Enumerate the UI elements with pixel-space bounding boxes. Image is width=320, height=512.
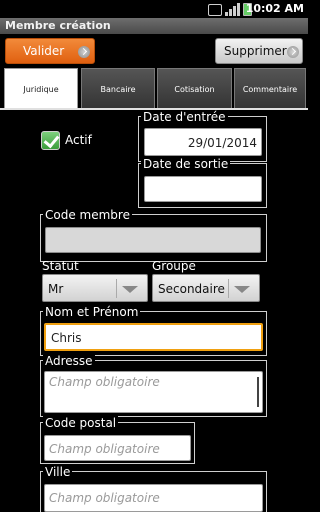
nom-prenom-field[interactable]: Chris (44, 323, 263, 351)
adresse-field[interactable]: Champ obligatoire (44, 371, 263, 413)
chevron-circle-icon (78, 46, 90, 58)
status-time: 10:02 AM (245, 2, 304, 15)
groupe-value: Secondaire (158, 282, 225, 296)
groupe-label: Groupe (152, 259, 196, 273)
toolbar: Valider Supprimer (0, 34, 308, 68)
nom-prenom-value: Chris (51, 331, 82, 345)
chevron-circle-icon (287, 46, 299, 58)
date-sortie-field[interactable] (144, 176, 262, 202)
title-bar: Membre création (0, 18, 308, 34)
member-form: Actif Date d'entrée 29/01/2014 Date de s… (0, 110, 308, 512)
date-entree-field[interactable]: 29/01/2014 (144, 128, 262, 156)
tab-commentaire[interactable]: Commentaire (234, 68, 306, 110)
supprimer-button[interactable]: Supprimer (215, 38, 303, 64)
ville-group: Ville Champ obligatoire (40, 465, 267, 512)
supprimer-label: Supprimer (224, 44, 287, 58)
valider-button[interactable]: Valider (5, 38, 95, 64)
tab-bar: Juridique Bancaire Cotisation Commentair… (0, 68, 308, 110)
groupe-select[interactable]: Secondaire (152, 274, 260, 302)
dropdown-arrow-icon (234, 286, 250, 293)
nom-prenom-group: Nom et Prénom Chris (40, 305, 267, 356)
ville-label: Ville (43, 465, 73, 479)
tab-cotisation[interactable]: Cotisation (157, 68, 232, 110)
adresse-group: Adresse Champ obligatoire (40, 354, 267, 417)
status-bar: 10:02 AM (0, 0, 308, 18)
code-postal-label: Code postal (43, 416, 119, 430)
adresse-label: Adresse (43, 354, 95, 368)
valider-label: Valider (23, 44, 65, 58)
select-separator (116, 279, 117, 298)
code-postal-placeholder: Champ obligatoire (49, 442, 160, 456)
select-separator (228, 279, 229, 298)
ville-placeholder: Champ obligatoire (49, 491, 160, 505)
date-entree-value: 29/01/2014 (187, 136, 257, 150)
nom-prenom-label: Nom et Prénom (43, 305, 141, 319)
actif-label: Actif (65, 133, 92, 147)
dropdown-arrow-icon (122, 286, 138, 293)
statut-label: Statut (42, 259, 79, 273)
date-sortie-group: Date de sortie (138, 157, 267, 208)
actif-checkbox[interactable] (41, 131, 60, 150)
signal-icon (225, 3, 240, 16)
tab-bancaire[interactable]: Bancaire (81, 68, 155, 110)
code-membre-group: Code membre (40, 208, 267, 262)
network-icon (208, 4, 222, 16)
code-postal-field[interactable]: Champ obligatoire (44, 435, 191, 461)
date-entree-group: Date d'entrée 29/01/2014 (138, 110, 267, 162)
adresse-placeholder: Champ obligatoire (49, 375, 160, 389)
date-sortie-label: Date de sortie (141, 157, 231, 171)
ville-field[interactable]: Champ obligatoire (44, 484, 263, 512)
code-membre-label: Code membre (43, 208, 132, 222)
code-membre-field[interactable] (45, 227, 261, 253)
scrollbar[interactable] (257, 377, 259, 407)
statut-select[interactable]: Mr (42, 274, 148, 302)
date-entree-label: Date d'entrée (141, 110, 228, 124)
tab-juridique[interactable]: Juridique (4, 68, 78, 110)
code-postal-group: Code postal Champ obligatoire (40, 416, 195, 464)
window-title: Membre création (5, 19, 111, 32)
statut-value: Mr (48, 282, 64, 296)
